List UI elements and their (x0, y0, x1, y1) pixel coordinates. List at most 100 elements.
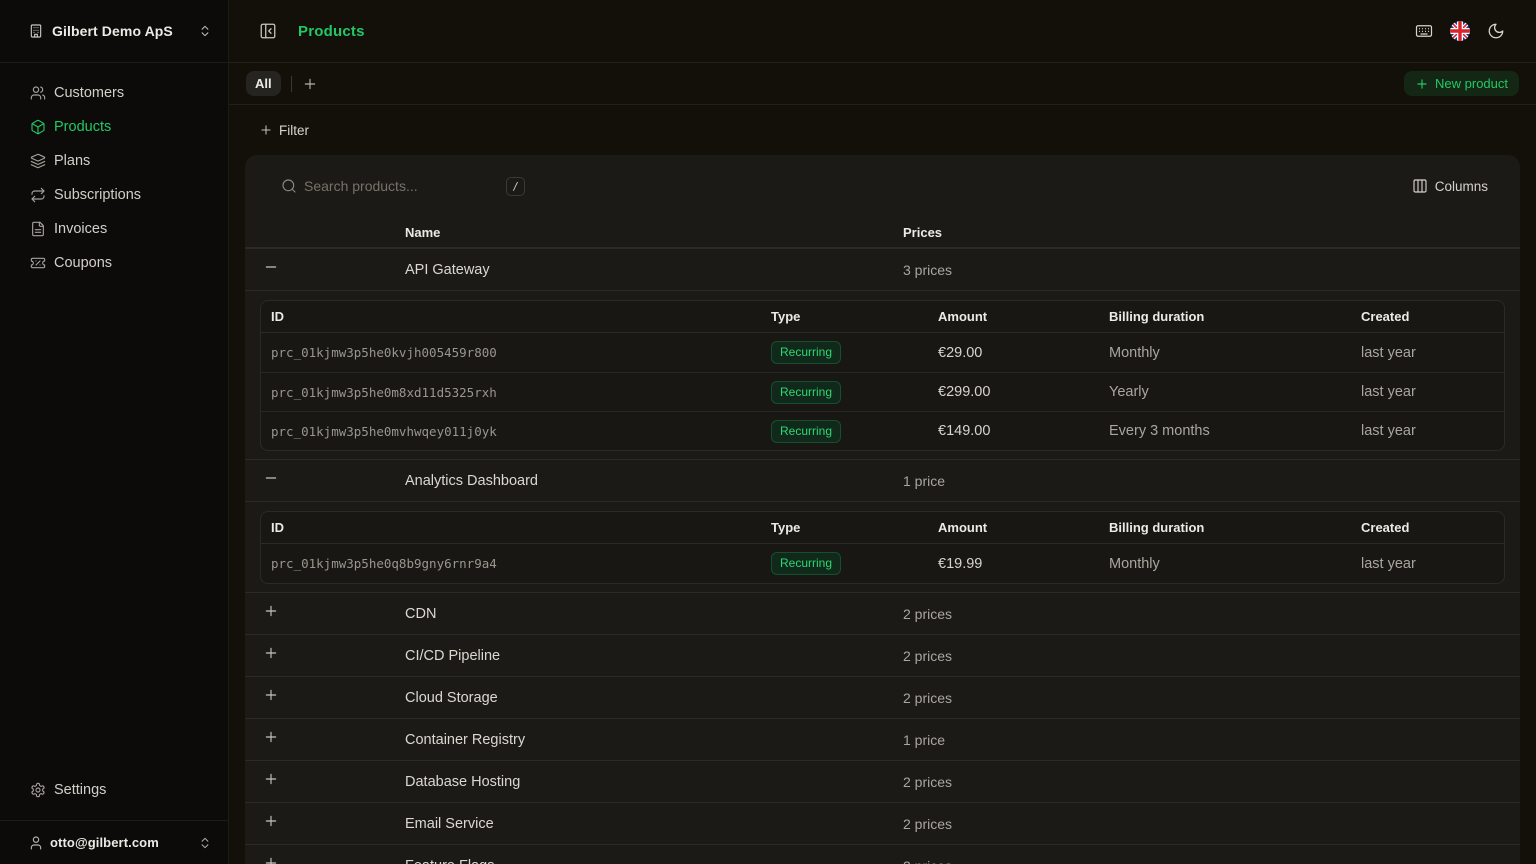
plus-icon (263, 603, 279, 619)
product-name: Cloud Storage (405, 690, 903, 706)
product-row-analytics-dashboard[interactable]: Analytics Dashboard 1 price (245, 459, 1520, 501)
search-input[interactable] (304, 178, 499, 194)
language-switcher-button[interactable] (1450, 21, 1470, 41)
plus-icon (1415, 77, 1429, 91)
expand-row-button[interactable] (263, 729, 279, 745)
sidebar-item-label: Customers (54, 85, 124, 101)
price-table-header: ID Type Amount Billing duration Created (261, 512, 1504, 544)
product-prices-count: 2 prices (903, 816, 1520, 832)
column-header-name: Name (405, 225, 903, 240)
price-type-badge: Recurring (771, 552, 841, 575)
columns-icon (1412, 178, 1428, 194)
minus-icon (263, 470, 279, 486)
price-row[interactable]: prc_01kjmw3p5he0kvjh005459r800 Recurring… (261, 333, 1504, 372)
plus-icon (263, 855, 279, 864)
sidebar-item-label: Invoices (54, 221, 107, 237)
user-email: otto@gilbert.com (50, 835, 192, 850)
tab-all[interactable]: All (246, 71, 281, 96)
topbar-actions (1415, 21, 1505, 41)
price-amount: €29.00 (938, 345, 1109, 361)
org-name: Gilbert Demo ApS (52, 23, 190, 39)
sidebar-item-products[interactable]: Products (0, 111, 228, 143)
product-prices-count: 2 prices (903, 690, 1520, 706)
plus-icon (259, 123, 273, 137)
filter-bar: Filter (229, 105, 1536, 155)
user-account-switcher[interactable]: otto@gilbert.com (0, 820, 228, 864)
price-row[interactable]: prc_01kjmw3p5he0mvhwqey011j0yk Recurring… (261, 411, 1504, 450)
building-icon (28, 23, 44, 39)
collapse-sidebar-button[interactable] (259, 22, 277, 40)
price-row[interactable]: prc_01kjmw3p5he0q8b9gny6rnr9a4 Recurring… (261, 544, 1504, 583)
price-column-id: ID (271, 520, 771, 535)
price-table: ID Type Amount Billing duration Created … (260, 300, 1505, 451)
org-switcher[interactable]: Gilbert Demo ApS (0, 0, 228, 63)
price-billing-duration: Every 3 months (1109, 423, 1361, 439)
product-row-container-registry[interactable]: Container Registry 1 price (245, 718, 1520, 760)
sidebar-item-invoices[interactable]: Invoices (0, 213, 228, 245)
topbar: Products (229, 0, 1536, 63)
expand-row-button[interactable] (263, 813, 279, 829)
price-column-billing: Billing duration (1109, 309, 1361, 324)
product-name: CI/CD Pipeline (405, 648, 903, 664)
products-table-card: / Columns Name Prices API Gateway (245, 155, 1520, 864)
price-billing-duration: Yearly (1109, 384, 1361, 400)
plus-icon (263, 645, 279, 661)
keyboard-shortcuts-button[interactable] (1415, 22, 1433, 40)
package-icon (30, 119, 46, 135)
price-column-amount: Amount (938, 520, 1109, 535)
new-product-button[interactable]: New product (1404, 71, 1519, 96)
price-created: last year (1361, 345, 1494, 361)
product-prices-count: 2 prices (903, 858, 1520, 864)
price-row[interactable]: prc_01kjmw3p5he0m8xd11d5325rxh Recurring… (261, 372, 1504, 411)
sidebar-item-subscriptions[interactable]: Subscriptions (0, 179, 228, 211)
columns-button[interactable]: Columns (1412, 178, 1488, 194)
expand-row-button[interactable] (263, 771, 279, 787)
collapse-row-button[interactable] (263, 259, 279, 275)
product-name: Feature Flags (405, 858, 903, 864)
minus-icon (263, 259, 279, 275)
product-row-cloud-storage[interactable]: Cloud Storage 2 prices (245, 676, 1520, 718)
product-prices-count: 1 price (903, 473, 1520, 489)
sidebar-item-settings[interactable]: Settings (0, 774, 228, 806)
users-icon (30, 85, 46, 101)
expand-row-button[interactable] (263, 645, 279, 661)
product-name: Analytics Dashboard (405, 473, 903, 489)
plus-icon (263, 729, 279, 745)
plus-icon (263, 813, 279, 829)
file-text-icon (30, 221, 46, 237)
chevrons-up-down-icon (198, 836, 212, 850)
price-billing-duration: Monthly (1109, 556, 1361, 572)
product-row-cicd-pipeline[interactable]: CI/CD Pipeline 2 prices (245, 634, 1520, 676)
product-row-feature-flags[interactable]: Feature Flags 2 prices (245, 844, 1520, 864)
product-row-email-service[interactable]: Email Service 2 prices (245, 802, 1520, 844)
price-table-header: ID Type Amount Billing duration Created (261, 301, 1504, 333)
price-column-billing: Billing duration (1109, 520, 1361, 535)
product-prices-count: 1 price (903, 732, 1520, 748)
columns-label: Columns (1435, 179, 1488, 194)
products-table: Name Prices API Gateway 3 prices ID Type… (245, 217, 1520, 864)
collapse-row-button[interactable] (263, 470, 279, 486)
price-column-created: Created (1361, 520, 1494, 535)
search-box[interactable]: / (281, 177, 525, 196)
expand-row-button[interactable] (263, 687, 279, 703)
sidebar-item-coupons[interactable]: Coupons (0, 247, 228, 279)
product-row-api-gateway[interactable]: API Gateway 3 prices (245, 248, 1520, 290)
ticket-percent-icon (30, 255, 46, 271)
sidebar: Gilbert Demo ApS Customers Products (0, 0, 229, 864)
search-icon (281, 178, 297, 194)
add-filter-button[interactable]: Filter (245, 123, 309, 138)
price-table-wrapper: ID Type Amount Billing duration Created … (245, 290, 1520, 459)
sidebar-item-plans[interactable]: Plans (0, 145, 228, 177)
expand-row-button[interactable] (263, 855, 279, 864)
expand-row-button[interactable] (263, 603, 279, 619)
sidebar-item-customers[interactable]: Customers (0, 77, 228, 109)
price-amount: €299.00 (938, 384, 1109, 400)
search-shortcut-kbd: / (506, 177, 525, 196)
price-amount: €149.00 (938, 423, 1109, 439)
product-row-cdn[interactable]: CDN 2 prices (245, 592, 1520, 634)
product-prices-count: 2 prices (903, 774, 1520, 790)
dark-mode-toggle[interactable] (1487, 22, 1505, 40)
repeat-icon (30, 187, 46, 203)
add-view-button[interactable] (302, 76, 318, 92)
product-row-database-hosting[interactable]: Database Hosting 2 prices (245, 760, 1520, 802)
